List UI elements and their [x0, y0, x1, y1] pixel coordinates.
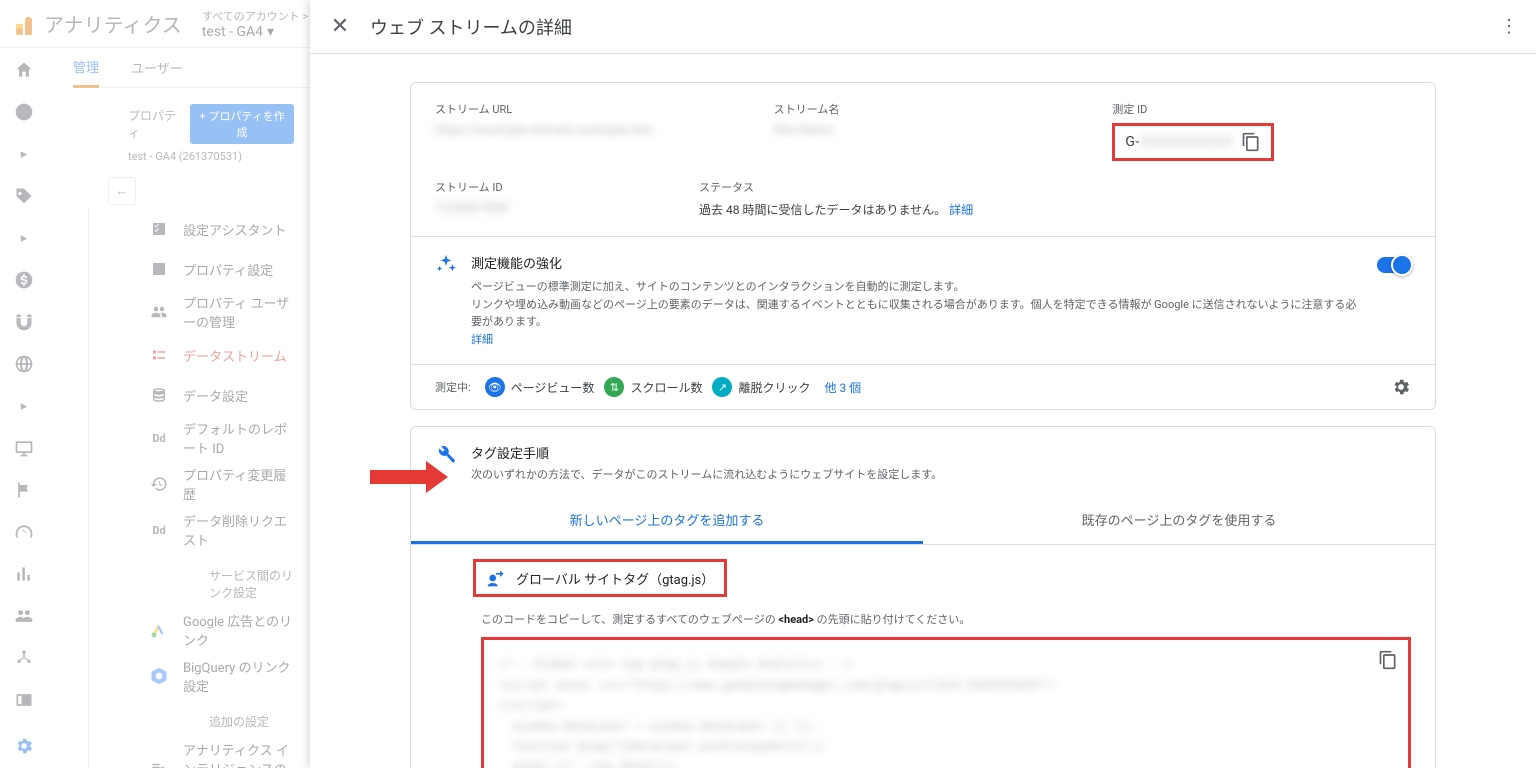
measuring-label: 測定中: [435, 379, 471, 395]
code-snippet-blurred: <!-- Global site tag gtag.js Google Anal… [498, 654, 1394, 768]
gtag-title-highlight: グローバル サイトタグ（gtag.js） [473, 559, 727, 597]
status-label: ステータス [699, 179, 1147, 195]
status-details-link[interactable]: 詳細 [949, 203, 973, 217]
copy-icon[interactable] [1241, 132, 1261, 152]
stream-name-label: ストリーム名 [774, 101, 1073, 117]
wrench-icon [435, 443, 457, 465]
enh-title: 測定機能の強化 [471, 253, 1363, 272]
panel-title: ウェブ ストリームの詳細 [370, 14, 572, 40]
enhanced-measurement-section: 測定機能の強化 ページビューの標準測定に加え、サイトのコンテンツとのインタラクシ… [411, 236, 1435, 364]
eye-icon: 👁 [485, 377, 505, 397]
accordion-gtag-header[interactable]: グローバル サイトタグ（gtag.js） [435, 545, 1411, 611]
chip-scrolls: ⇅スクロール数 [604, 377, 702, 397]
stream-info-card: ストリーム URL https://example-domain.example… [410, 82, 1436, 410]
stream-id-label: ストリーム ID [435, 179, 659, 195]
measurement-id-value: G-XXXXXXXXXX [1125, 134, 1232, 150]
tab-use-existing-tag[interactable]: 既存のページ上のタグを使用する [923, 498, 1435, 544]
exit-icon: ↗ [712, 377, 732, 397]
enh-desc: ページビューの標準測定に加え、サイトのコンテンツとのインタラクションを自動的に測… [471, 278, 1363, 348]
more-chips-link[interactable]: 他 3 個 [824, 379, 861, 396]
sparkle-icon [435, 253, 457, 275]
tag-tabs: 新しいページ上のタグを追加する 既存のページ上のタグを使用する [411, 498, 1435, 545]
stream-name-value: Site Name [774, 123, 1073, 138]
chip-outbound: ↗離脱クリック [712, 377, 810, 397]
measuring-row: 測定中: 👁ページビュー数 ⇅スクロール数 ↗離脱クリック 他 3 個 [411, 364, 1435, 409]
gtag-instructions: このコードをコピーして、測定するすべてのウェブページの <head> の先頭に貼… [481, 611, 1411, 627]
stream-url-label: ストリーム URL [435, 101, 734, 117]
measurement-id-highlight: G-XXXXXXXXXX [1112, 123, 1273, 161]
scroll-icon: ⇅ [604, 377, 624, 397]
gear-icon[interactable] [1391, 377, 1411, 397]
close-icon[interactable]: ✕ [328, 15, 352, 39]
measurement-id-label: 測定 ID [1112, 101, 1411, 117]
enh-details-link[interactable]: 詳細 [471, 333, 493, 346]
stream-url-value: https://example-domain.example/site [435, 123, 734, 138]
accordion-gtag: グローバル サイトタグ（gtag.js） このコードをコピーして、測定するすべて… [435, 545, 1411, 768]
gtag-title: グローバル サイトタグ（gtag.js） [516, 569, 714, 588]
tag-title: タグ設定手順 [471, 443, 942, 462]
chip-pageviews: 👁ページビュー数 [485, 377, 595, 397]
tab-add-new-tag[interactable]: 新しいページ上のタグを追加する [411, 498, 923, 544]
panel-header: ✕ ウェブ ストリームの詳細 ⋮ [310, 0, 1536, 54]
code-snippet-box: <!-- Global site tag gtag.js Google Anal… [481, 637, 1411, 768]
tag-desc: 次のいずれかの方法で、データがこのストリームに流れ込むようにウェブサイトを設定し… [471, 466, 942, 482]
stream-details-panel: ✕ ウェブ ストリームの詳細 ⋮ ストリーム URL https://examp… [310, 0, 1536, 768]
tag-setup-card: タグ設定手順 次のいずれかの方法で、データがこのストリームに流れ込むようにウェブ… [410, 426, 1436, 768]
gtag-icon [486, 568, 506, 588]
enh-toggle[interactable] [1377, 257, 1411, 273]
status-text: 過去 48 時間に受信したデータはありません。 詳細 [699, 201, 1147, 218]
stream-id-value: 1234567890 [435, 201, 659, 216]
more-icon[interactable]: ⋮ [1500, 16, 1518, 37]
